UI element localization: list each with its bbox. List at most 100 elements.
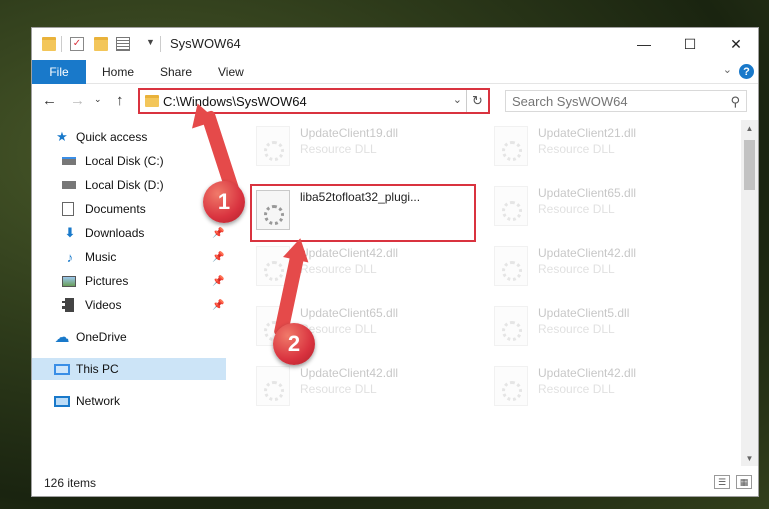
navigation-bar: ← → ⌄ ↑ C:\Windows\SysWOW64 ⌄ ↻ ⚲ (32, 84, 758, 118)
tab-file[interactable]: File (32, 60, 86, 84)
explorer-window: ✓ ▼ SysWOW64 — ☐ ✕ File Home Share View … (31, 27, 759, 497)
file-item[interactable]: UpdateClient65.dll Resource DLL (474, 180, 704, 232)
window-title: SysWOW64 (170, 36, 241, 51)
file-name: UpdateClient42.dll (538, 246, 637, 260)
pin-icon[interactable]: 📌 (212, 300, 224, 311)
file-item[interactable]: UpdateClient19.dll Resource DLL (236, 120, 466, 172)
expand-ribbon-icon[interactable]: ⌄ (723, 63, 732, 76)
drive-icon (62, 157, 76, 165)
sidebar-item-downloads[interactable]: ⬇ Downloads 📌 (32, 222, 226, 244)
sidebar-item-label: Quick access (76, 130, 148, 144)
tab-share[interactable]: Share (160, 65, 192, 79)
sidebar-item-label: Network (76, 394, 121, 408)
file-type: Resource DLL (300, 262, 377, 276)
file-name: UpdateClient5.dll (538, 306, 630, 320)
drive-icon (62, 181, 76, 189)
dll-file-icon (494, 246, 528, 286)
dll-file-icon (494, 366, 528, 406)
help-icon[interactable]: ? (739, 64, 754, 79)
address-dropdown-icon[interactable]: ⌄ (453, 93, 462, 106)
folder-icon (145, 95, 159, 107)
new-folder-icon[interactable] (94, 37, 108, 51)
sidebar-item-network[interactable]: Network (32, 390, 226, 412)
file-type: Resource DLL (538, 382, 615, 396)
dll-file-icon (494, 126, 528, 166)
file-item[interactable]: UpdateClient42.dll Resource DLL (236, 360, 466, 412)
minimize-button[interactable]: — (621, 28, 667, 60)
sidebar-item-local-disk-d[interactable]: Local Disk (D:) (32, 174, 226, 196)
status-bar: 126 items ☰ ▦ (32, 470, 758, 496)
pin-icon[interactable]: 📌 (212, 252, 224, 263)
pin-icon[interactable]: 📌 (212, 228, 224, 239)
star-icon: ★ (56, 129, 68, 144)
documents-icon (62, 202, 74, 216)
sidebar-item-this-pc[interactable]: This PC (32, 358, 226, 380)
file-type: Resource DLL (538, 322, 615, 336)
sidebar-item-videos[interactable]: Videos 📌 (32, 294, 226, 316)
dll-file-icon (256, 126, 290, 166)
sidebar-item-quick-access[interactable]: ★ Quick access (32, 126, 226, 148)
file-name: UpdateClient42.dll (538, 366, 637, 380)
sidebar-item-documents[interactable]: Documents 📌 (32, 198, 226, 220)
sidebar-item-label: Documents (85, 202, 146, 216)
large-icons-view-icon[interactable]: ▦ (736, 475, 752, 489)
item-count: 126 items (44, 476, 97, 490)
file-type: Resource DLL (300, 142, 377, 156)
search-icon: ⚲ (730, 94, 740, 109)
file-item[interactable]: UpdateClient42.dll Resource DLL (236, 240, 466, 292)
sidebar-item-local-disk-c[interactable]: Local Disk (C:) (32, 150, 226, 172)
step-badge-1: 1 (203, 181, 245, 223)
computer-icon (54, 363, 70, 375)
details-view-icon[interactable]: ☰ (714, 475, 730, 489)
file-item[interactable]: UpdateClient5.dll Resource DLL (474, 300, 704, 352)
customize-toolbar-icon[interactable] (116, 37, 130, 51)
music-icon: ♪ (66, 249, 74, 265)
search-box[interactable]: ⚲ (505, 90, 747, 112)
sidebar-item-label: Pictures (85, 274, 129, 288)
sidebar-item-onedrive[interactable]: ☁ OneDrive (32, 326, 226, 348)
pin-icon[interactable]: 📌 (212, 276, 224, 287)
close-button[interactable]: ✕ (713, 28, 759, 60)
file-name: UpdateClient42.dll (300, 246, 399, 260)
scroll-down-icon[interactable]: ▼ (741, 450, 758, 466)
scroll-up-icon[interactable]: ▲ (741, 120, 758, 136)
file-type: Resource DLL (538, 262, 615, 276)
tab-home[interactable]: Home (102, 65, 134, 79)
dll-file-icon (256, 366, 290, 406)
file-name: UpdateClient65.dll (538, 186, 637, 200)
file-type: Resource DLL (300, 382, 377, 396)
vertical-scrollbar[interactable]: ▲ ▼ (741, 120, 758, 466)
recent-locations-icon[interactable]: ⌄ (94, 94, 102, 105)
folder-icon (42, 37, 56, 51)
file-type: Resource DLL (538, 142, 615, 156)
file-name: UpdateClient21.dll (538, 126, 637, 140)
file-item[interactable]: UpdateClient65.dll Resource DLL (236, 300, 466, 352)
properties-icon[interactable]: ✓ (70, 37, 84, 51)
file-item[interactable]: UpdateClient21.dll Resource DLL (474, 120, 704, 172)
search-input[interactable] (506, 91, 716, 111)
file-item-liba52tofloat32[interactable]: liba52tofloat32_plugi... (250, 184, 476, 242)
tab-view[interactable]: View (218, 65, 244, 79)
back-button[interactable]: ← (42, 92, 57, 109)
step-badge-2: 2 (273, 323, 315, 365)
file-name: UpdateClient65.dll (300, 306, 399, 320)
file-item[interactable]: UpdateClient42.dll Resource DLL (474, 240, 704, 292)
title-bar: ✓ ▼ SysWOW64 — ☐ ✕ (32, 28, 758, 60)
file-item[interactable]: UpdateClient42.dll Resource DLL (474, 360, 704, 412)
cloud-icon: ☁ (54, 329, 70, 346)
divider (160, 36, 161, 52)
ribbon: File Home Share View ⌄ ? (32, 60, 758, 84)
divider (61, 36, 62, 52)
file-type: Resource DLL (538, 202, 615, 216)
dll-file-icon (494, 186, 528, 226)
chevron-down-icon[interactable]: ▼ (146, 37, 155, 47)
sidebar-item-music[interactable]: ♪ Music 📌 (32, 246, 226, 268)
sidebar-item-label: Music (85, 250, 117, 264)
scroll-thumb[interactable] (744, 140, 755, 190)
up-button[interactable]: ↑ (116, 92, 124, 109)
maximize-button[interactable]: ☐ (667, 28, 713, 60)
refresh-icon[interactable]: ↻ (466, 90, 488, 112)
file-name: UpdateClient42.dll (300, 366, 399, 380)
forward-button[interactable]: → (70, 92, 85, 109)
sidebar-item-pictures[interactable]: Pictures 📌 (32, 270, 226, 292)
